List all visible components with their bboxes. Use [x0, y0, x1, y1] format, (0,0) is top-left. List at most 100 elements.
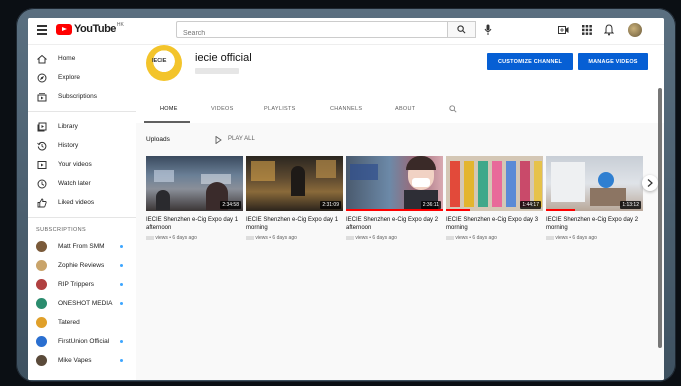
apps-grid-icon[interactable]	[582, 25, 592, 35]
subscription-label: Mike Vapes	[58, 357, 92, 364]
thumbs-up-icon	[37, 198, 47, 208]
video-meta: views • 6 days ago	[146, 235, 243, 241]
history-icon	[37, 141, 47, 151]
subscription-label: Matt From SMM	[58, 243, 105, 250]
sidebar-item-library[interactable]: Library	[28, 118, 136, 136]
subscriber-count	[195, 68, 239, 74]
video-card[interactable]: 1:44:17 IECIE Shenzhen e-Cig Expo day 3 …	[446, 156, 543, 241]
subscription-item[interactable]: Zophie Reviews	[28, 257, 136, 275]
sidebar-divider	[28, 217, 136, 218]
subscription-label: RIP Trippers	[58, 281, 95, 288]
video-card[interactable]: 2:36:11 IECIE Shenzhen e-Cig Expo day 2 …	[346, 156, 443, 241]
search-icon	[457, 25, 466, 34]
main-content: IECIE iecie official CUSTOMIZE CHANNEL M…	[136, 45, 664, 380]
sidebar-item-history[interactable]: History	[28, 137, 136, 155]
subscription-item[interactable]: FirstUnion Official	[28, 333, 136, 351]
video-card[interactable]: 1:13:12 IECIE Shenzhen e-Cig Expo day 2 …	[546, 156, 643, 241]
subscription-item[interactable]: ONESHOT MEDIA	[28, 295, 136, 313]
channel-avatar	[36, 241, 47, 252]
new-content-dot	[120, 283, 123, 286]
subscription-label: FirstUnion Official	[58, 338, 110, 345]
logo-text: YouTube	[74, 23, 116, 35]
subscription-item[interactable]: Matt From SMM	[28, 238, 136, 256]
video-duration: 1:44:17	[520, 201, 541, 209]
top-bar: YouTube HK	[28, 18, 664, 45]
play-all-icon	[215, 136, 222, 144]
account-avatar[interactable]	[628, 23, 642, 37]
video-title[interactable]: IECIE Shenzhen e-Cig Expo day 3 morning	[446, 216, 543, 232]
subscriptions-icon	[37, 93, 47, 102]
video-thumbnail[interactable]: 1:44:17	[446, 156, 543, 211]
video-title[interactable]: IECIE Shenzhen e-Cig Expo day 2 afternoo…	[346, 216, 443, 232]
subscription-item[interactable]: Tatered	[28, 314, 136, 332]
video-title[interactable]: IECIE Shenzhen e-Cig Expo day 2 morning	[546, 216, 643, 232]
new-content-dot	[120, 340, 123, 343]
sidebar: Home Explore Subscriptions Library Histo…	[28, 45, 136, 380]
uploads-shelf-title[interactable]: Uploads	[146, 136, 170, 143]
video-thumbnail[interactable]: 1:13:12	[546, 156, 643, 211]
video-card[interactable]: 2:34:58 IECIE Shenzhen e-Cig Expo day 1 …	[146, 156, 243, 241]
channel-avatar	[36, 317, 47, 328]
subscriptions-heading: SUBSCRIPTIONS	[36, 227, 87, 233]
menu-icon[interactable]	[37, 25, 47, 35]
search-box[interactable]	[176, 21, 449, 41]
your-videos-icon	[37, 161, 47, 169]
video-title[interactable]: IECIE Shenzhen e-Cig Expo day 1 afternoo…	[146, 216, 243, 232]
tab-playlists[interactable]: PLAYLISTS	[264, 106, 296, 112]
video-meta: views • 6 days ago	[546, 235, 643, 241]
channel-search-icon[interactable]	[449, 105, 457, 113]
sidebar-item-label: History	[58, 142, 79, 149]
sidebar-item-home[interactable]: Home	[28, 50, 136, 68]
channel-avatar	[36, 279, 47, 290]
sidebar-item-watch-later[interactable]: Watch later	[28, 175, 136, 193]
sidebar-item-subscriptions[interactable]: Subscriptions	[28, 88, 136, 106]
subscription-item[interactable]: Mike Vapes	[28, 352, 136, 370]
sidebar-item-explore[interactable]: Explore	[28, 69, 136, 87]
tab-channels[interactable]: CHANNELS	[330, 106, 362, 112]
customize-channel-button[interactable]: CUSTOMIZE CHANNEL	[487, 53, 573, 70]
sidebar-item-label: Home	[58, 55, 76, 62]
sidebar-item-your-videos[interactable]: Your videos	[28, 156, 136, 174]
notifications-bell-icon[interactable]	[604, 24, 614, 36]
sidebar-item-label: Liked videos	[58, 199, 95, 206]
video-duration: 1:13:12	[620, 201, 641, 209]
video-title[interactable]: IECIE Shenzhen e-Cig Expo day 1 morning	[246, 216, 343, 232]
channel-header: IECIE iecie official CUSTOMIZE CHANNEL M…	[136, 45, 664, 123]
shelf-next-button[interactable]	[642, 175, 658, 191]
play-all-button[interactable]: PLAY ALL	[228, 136, 255, 142]
channel-avatar	[36, 336, 47, 347]
subscription-item[interactable]: RIP Trippers	[28, 276, 136, 294]
sidebar-item-liked-videos[interactable]: Liked videos	[28, 194, 136, 212]
youtube-play-icon	[56, 23, 72, 35]
sidebar-item-label: Library	[58, 123, 78, 130]
video-card[interactable]: 2:31:09 IECIE Shenzhen e-Cig Expo day 1 …	[246, 156, 343, 241]
new-content-dot	[120, 264, 123, 267]
video-thumbnail[interactable]: 2:31:09	[246, 156, 343, 211]
video-duration: 2:36:11	[420, 201, 441, 209]
channel-avatar	[36, 355, 47, 366]
video-thumbnail[interactable]: 2:34:58	[146, 156, 243, 211]
chevron-right-icon	[647, 179, 653, 187]
watch-progress-bar	[346, 209, 443, 211]
video-duration: 2:34:58	[220, 201, 241, 209]
youtube-logo[interactable]: YouTube HK	[56, 22, 124, 35]
subscription-label: ONESHOT MEDIA	[58, 300, 113, 307]
search-input[interactable]	[177, 26, 449, 41]
sidebar-item-label: Subscriptions	[58, 93, 98, 100]
home-icon	[37, 54, 47, 64]
channel-avatar-text: IECIE	[152, 58, 167, 64]
page-scrollbar[interactable]	[658, 88, 662, 348]
video-thumbnail[interactable]: 2:36:11	[346, 156, 443, 211]
channel-avatar[interactable]: IECIE	[146, 45, 182, 81]
tab-about[interactable]: ABOUT	[395, 106, 415, 112]
search-button[interactable]	[448, 21, 476, 38]
channel-name: iecie official	[195, 52, 252, 64]
manage-videos-button[interactable]: MANAGE VIDEOS	[578, 53, 648, 70]
tab-videos[interactable]: VIDEOS	[211, 106, 234, 112]
create-video-icon[interactable]	[558, 25, 569, 35]
microphone-icon[interactable]	[484, 24, 492, 36]
active-tab-indicator	[144, 121, 190, 123]
video-meta: views • 6 days ago	[346, 235, 443, 241]
new-content-dot	[120, 302, 123, 305]
tab-home[interactable]: HOME	[160, 106, 178, 112]
